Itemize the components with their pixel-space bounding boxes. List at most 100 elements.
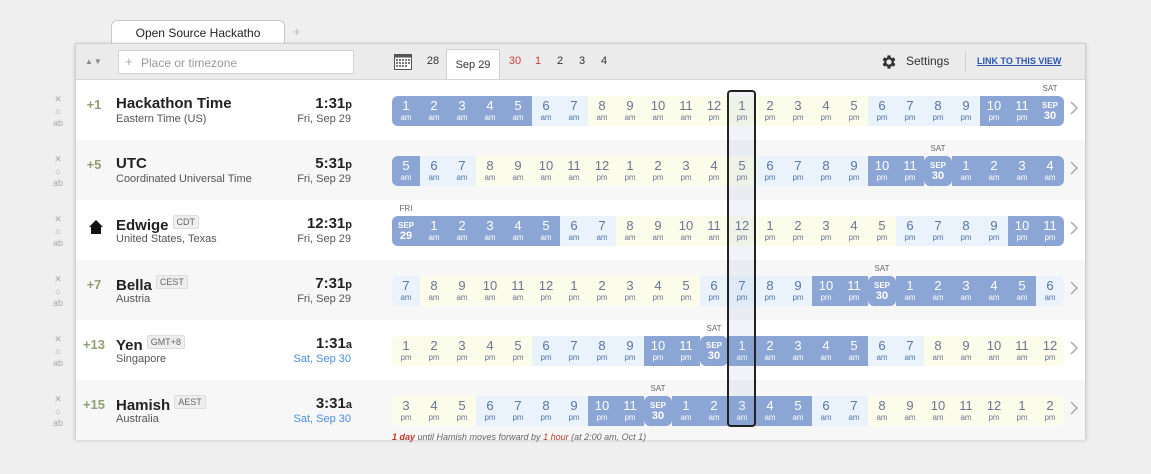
hour-cell[interactable]: 11 am <box>1008 336 1036 366</box>
hour-cell[interactable]: 9 pm <box>952 96 980 126</box>
hour-cell[interactable]: 11 pm <box>672 336 700 366</box>
hour-cell[interactable]: 2 am <box>924 276 952 306</box>
sort-arrows-icon[interactable]: ▲▼ <box>85 57 103 66</box>
hour-cell[interactable]: 12 pm <box>700 96 728 126</box>
hour-cell[interactable]: 11 pm <box>1008 96 1036 126</box>
date-tab-1[interactable]: Sep 29 <box>446 49 500 79</box>
hour-cell[interactable]: 3 am <box>952 276 980 306</box>
hour-cell[interactable]: 5 pm <box>672 276 700 306</box>
hour-cell[interactable]: 4 pm <box>420 396 448 426</box>
home-icon[interactable]: ⌂ <box>53 226 63 238</box>
hour-cell[interactable]: 3 am <box>784 336 812 366</box>
hour-cell[interactable]: 4 pm <box>840 216 868 246</box>
hour-cell[interactable]: 5 am <box>532 216 560 246</box>
hour-cell[interactable]: 10 am <box>980 336 1008 366</box>
chevron-right-icon[interactable] <box>1069 100 1079 116</box>
hour-cell[interactable]: 5 pm <box>448 396 476 426</box>
hour-cell[interactable]: 3 pm <box>616 276 644 306</box>
date-tab-6[interactable]: 4 <box>594 44 614 79</box>
hour-cell[interactable]: 2 pm <box>756 96 784 126</box>
hour-cell[interactable]: 11 am <box>560 156 588 186</box>
hour-cell[interactable]: 4 am <box>756 396 784 426</box>
hour-cell[interactable]: 6 am <box>532 96 560 126</box>
hour-cell[interactable]: 6 pm <box>896 216 924 246</box>
tab-open-source-hackathon[interactable]: Open Source Hackatho <box>111 20 285 44</box>
hour-cell[interactable]: 10 am <box>532 156 560 186</box>
location-name[interactable]: Yen GMT+8 <box>116 335 185 354</box>
gear-icon[interactable] <box>880 53 898 71</box>
hour-cell[interactable]: 7 pm <box>784 156 812 186</box>
home-icon[interactable]: ⌂ <box>53 286 63 298</box>
hour-cell[interactable]: 4 pm <box>476 336 504 366</box>
hour-cell[interactable]: 4 pm <box>644 276 672 306</box>
hour-cell[interactable]: 2 pm <box>1036 396 1064 426</box>
hour-cell[interactable]: 9 am <box>448 276 476 306</box>
timezone-row[interactable]: ✕ ⌂ ab +7 Bella CEST Austria 7:31p Fri, Sep 29 7 a… <box>53 260 1085 320</box>
close-icon[interactable]: ✕ <box>53 394 63 406</box>
hour-cell[interactable]: 9 pm <box>840 156 868 186</box>
hour-cell[interactable]: 8 pm <box>812 156 840 186</box>
hour-cell[interactable]: 12 pm <box>532 276 560 306</box>
hour-cell[interactable]: 3 pm <box>784 96 812 126</box>
hour-cell[interactable]: 2 am <box>980 156 1008 186</box>
hour-cell[interactable]: 7 am <box>560 96 588 126</box>
timezone-row[interactable]: ✕ ⌂ ab +13 Yen GMT+8 Singapore 1:31a Sat, Sep 30… <box>53 320 1085 380</box>
close-icon[interactable]: ✕ <box>53 154 63 166</box>
hour-cell[interactable]: 10 am <box>476 276 504 306</box>
day-change-cell[interactable]: SEP 30 <box>1036 96 1064 126</box>
chevron-right-icon[interactable] <box>1069 400 1079 416</box>
hour-cell[interactable]: 10 pm <box>980 96 1008 126</box>
search-box[interactable]: + <box>118 50 354 74</box>
hour-cell[interactable]: 3 pm <box>392 396 420 426</box>
hour-cell[interactable]: 7 am <box>896 336 924 366</box>
hour-cell[interactable]: 11 pm <box>896 156 924 186</box>
dst-icon[interactable]: ab <box>53 418 63 430</box>
close-icon[interactable]: ✕ <box>53 214 63 226</box>
hour-cell[interactable]: 11 pm <box>1036 216 1064 246</box>
hour-cell[interactable]: 4 am <box>1036 156 1064 186</box>
hour-cell[interactable]: 7 pm <box>504 396 532 426</box>
hour-cell[interactable]: 10 pm <box>644 336 672 366</box>
hour-cell[interactable]: 2 am <box>420 96 448 126</box>
timezone-row[interactable]: ✕ ⌂ ab +15 Hamish AEST Australia 3:31a Sat, Sep … <box>53 380 1085 442</box>
hour-cell[interactable]: 1 am <box>952 156 980 186</box>
hour-cell[interactable]: 5 pm <box>728 156 756 186</box>
hour-cell[interactable]: 7 pm <box>924 216 952 246</box>
hour-cell[interactable]: 6 am <box>420 156 448 186</box>
hour-cell[interactable]: 6 pm <box>700 276 728 306</box>
hour-cell[interactable]: 1 pm <box>756 216 784 246</box>
hour-cell[interactable]: 3 pm <box>448 336 476 366</box>
hour-cell[interactable]: 8 pm <box>952 216 980 246</box>
dst-icon[interactable]: ab <box>53 298 63 310</box>
hour-cell[interactable]: 10 pm <box>1008 216 1036 246</box>
day-change-cell[interactable]: SEP 30 <box>924 156 952 186</box>
location-name[interactable]: Hamish AEST <box>116 395 206 414</box>
hour-cell[interactable]: 9 pm <box>560 396 588 426</box>
hour-cell[interactable]: 8 am <box>868 396 896 426</box>
day-change-cell[interactable]: SEP 30 <box>700 336 728 366</box>
hour-cell[interactable]: 3 pm <box>812 216 840 246</box>
date-tab-0[interactable]: 28 <box>422 44 444 79</box>
hour-cell[interactable]: 5 am <box>504 96 532 126</box>
date-tab-2[interactable]: 30 <box>502 44 528 79</box>
date-tab-4[interactable]: 2 <box>550 44 570 79</box>
location-name[interactable]: Hackathon Time <box>116 95 232 112</box>
timezone-row[interactable]: ✕ ⌂ ab Edwige CDT United States, Texas 12:31p F… <box>53 200 1085 260</box>
hour-cell[interactable]: 10 pm <box>812 276 840 306</box>
hour-cell[interactable]: 6 pm <box>476 396 504 426</box>
hour-cell[interactable]: 5 am <box>784 396 812 426</box>
hour-cell[interactable]: 9 pm <box>784 276 812 306</box>
hour-cell[interactable]: 1 am <box>728 336 756 366</box>
hour-cell[interactable]: 4 am <box>476 96 504 126</box>
hour-cell[interactable]: 11 am <box>504 276 532 306</box>
hour-cell[interactable]: 7 am <box>448 156 476 186</box>
hour-cell[interactable]: 1 am <box>420 216 448 246</box>
hour-cell[interactable]: 9 am <box>952 336 980 366</box>
date-tab-3[interactable]: 1 <box>528 44 548 79</box>
location-name[interactable]: Bella CEST <box>116 275 188 294</box>
hour-cell[interactable]: 11 pm <box>840 276 868 306</box>
hour-cell[interactable]: 7 am <box>392 276 420 306</box>
hour-cell[interactable]: 5 pm <box>840 96 868 126</box>
place-timezone-input[interactable] <box>139 53 353 73</box>
location-name[interactable]: UTC <box>116 155 147 172</box>
